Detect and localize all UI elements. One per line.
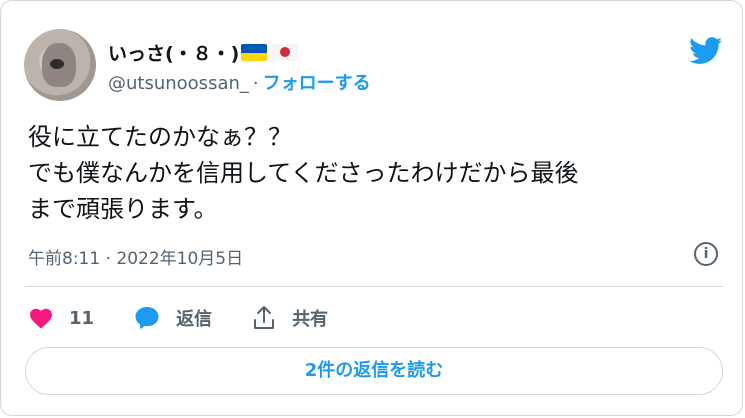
avatar-mark [50,59,64,69]
user-handle[interactable]: @utsunoossan_ [108,73,249,94]
ukraine-flag-icon [241,44,268,61]
avatar[interactable] [24,29,96,101]
tweet-text-line: でも僕なんかを信用してくださったわけだから最後 [28,159,579,187]
handle-row: @utsunoossan_ · フォローする [108,69,371,95]
share-button[interactable]: 共有 [252,305,328,331]
info-icon[interactable]: i [694,242,718,266]
tweet-text-line: まで頑張ります。 [28,195,218,223]
separator-dot: · [252,73,259,94]
tweet-text-line: 役に立てたのかなぁ？？ [28,123,292,151]
read-replies-button[interactable]: 2件の返信を読む [25,347,723,395]
twitter-bird-icon[interactable] [688,37,724,65]
like-count: 11 [69,307,95,329]
action-bar: 11 返信 共有 [29,302,368,334]
like-button[interactable]: 11 [29,307,94,329]
display-name-text: いっさ(・８・) [108,43,240,65]
share-icon [254,306,275,329]
follow-button[interactable]: フォローする [263,73,371,94]
divider [25,286,723,287]
reply-bubble-icon [135,307,159,330]
reply-button[interactable]: 返信 [134,305,212,331]
japan-flag-icon [272,44,299,61]
reply-label: 返信 [176,309,213,330]
display-name[interactable]: いっさ(・８・) [108,39,299,66]
heart-icon [30,308,52,329]
tweet-text: 役に立てたのかなぁ？？ でも僕なんかを信用してくださったわけだから最後 まで頑張… [28,119,728,227]
tweet-embed-card: いっさ(・８・) @utsunoossan_ · フォローする 役に立てたのかなぁ？… [0,0,743,416]
share-label: 共有 [292,309,329,330]
tweet-timestamp[interactable]: 午前8:11 · 2022年10月5日 [28,244,243,269]
